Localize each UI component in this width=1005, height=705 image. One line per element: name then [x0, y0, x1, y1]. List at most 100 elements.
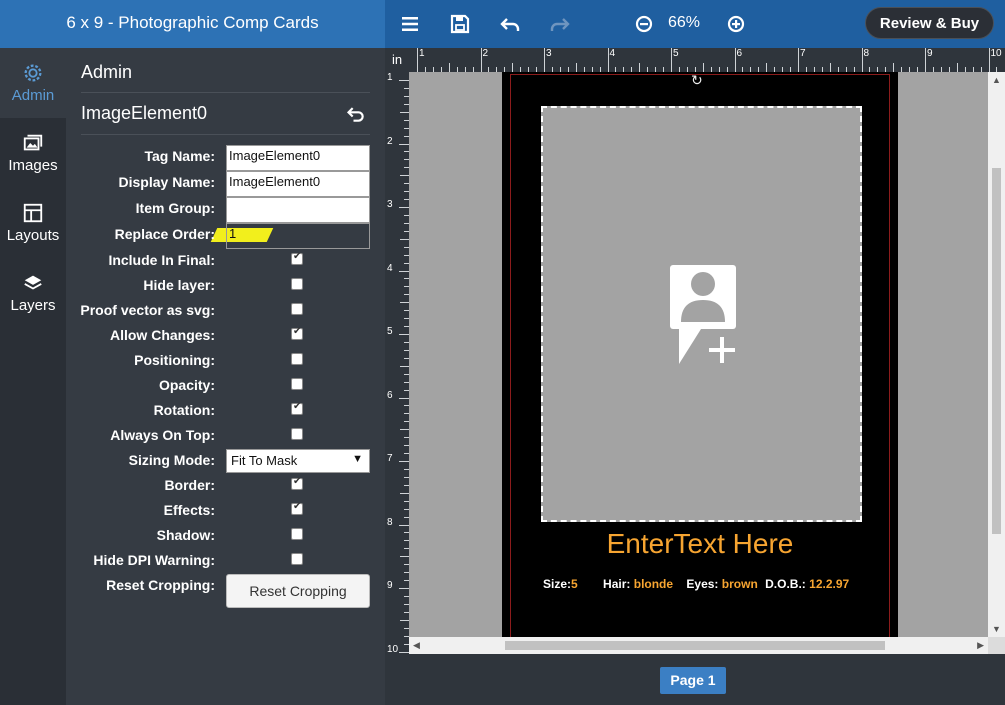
hide-layer-checkbox[interactable]	[291, 278, 303, 290]
display-name-input[interactable]: ImageElement0	[226, 171, 370, 197]
redo-icon[interactable]	[548, 12, 572, 36]
element-name: ImageElement0	[81, 103, 208, 123]
scroll-up-icon[interactable]: ▲	[992, 75, 1001, 85]
ruler-tick	[671, 48, 672, 72]
reset-cropping-button[interactable]: Reset Cropping	[226, 574, 370, 608]
comp-card[interactable]: ↻ EnterText Here Size:5 Hair: blonde Eye…	[502, 72, 898, 637]
proof-vector-checkbox[interactable]	[291, 303, 303, 315]
scroll-down-icon[interactable]: ▼	[992, 624, 1001, 634]
ruler-tick	[575, 63, 577, 72]
ruler-tick	[399, 397, 409, 399]
ruler-number: 1	[387, 72, 393, 83]
positioning-checkbox[interactable]	[291, 353, 303, 365]
always-on-top-checkbox[interactable]	[291, 428, 303, 440]
size-label: Size:	[543, 577, 572, 591]
hair-label: Hair:	[603, 577, 631, 591]
ruler-tick	[925, 48, 926, 72]
ruler-number: 10	[387, 643, 399, 655]
rotate-handle-icon[interactable]: ↻	[691, 72, 703, 89]
ruler-number: 5	[673, 48, 679, 59]
border-checkbox[interactable]	[291, 476, 303, 490]
rail-item-label: Layouts	[6, 227, 60, 244]
zoom-in-icon[interactable]	[724, 12, 748, 36]
design-canvas[interactable]: ↻ EnterText Here Size:5 Hair: blonde Eye…	[409, 72, 988, 637]
rail-item-layouts[interactable]: Layouts	[0, 188, 66, 258]
ruler-number: 3	[546, 48, 552, 59]
vertical-scrollbar[interactable]: ▲ ▼	[988, 72, 1005, 637]
eyes-label: Eyes:	[686, 577, 719, 591]
ruler-number: 8	[387, 516, 393, 528]
image-placeholder[interactable]	[541, 106, 862, 522]
dob-label: D.O.B.:	[765, 577, 806, 591]
divider	[81, 92, 370, 93]
ruler-tick	[400, 238, 409, 240]
gear-icon	[24, 64, 42, 82]
hide-dpi-checkbox[interactable]	[291, 553, 303, 565]
replace-order-input[interactable]: 1	[226, 223, 370, 249]
ruler-number: 8	[863, 48, 870, 59]
item-group-input[interactable]	[226, 197, 370, 223]
rotation-label: Rotation:	[153, 402, 215, 418]
scroll-right-icon[interactable]: ▶	[977, 640, 984, 651]
revert-icon[interactable]	[346, 104, 366, 124]
rail-item-admin[interactable]: Admin	[0, 48, 66, 118]
border-label: Border:	[164, 477, 215, 493]
menu-icon[interactable]	[398, 12, 422, 36]
tag-name-label: Tag Name:	[144, 148, 215, 164]
ruler-tick	[480, 48, 482, 72]
sizing-mode-select[interactable]: Fit To Mask ▼	[226, 449, 370, 473]
ruler-tick	[988, 48, 990, 72]
ruler-number: 10	[990, 48, 1002, 59]
horizontal-scroll-thumb[interactable]	[505, 641, 885, 650]
effects-checkbox[interactable]	[291, 501, 303, 515]
ruler-tick	[400, 556, 409, 558]
ruler-tick	[400, 111, 409, 113]
opacity-checkbox[interactable]	[291, 378, 303, 390]
ruler-number: 7	[800, 48, 806, 59]
hair-value: blonde	[633, 577, 674, 591]
allow-changes-checkbox[interactable]	[291, 326, 303, 340]
effects-label: Effects:	[163, 502, 215, 518]
horizontal-scrollbar[interactable]: ◀ ▶	[409, 637, 988, 654]
rail-item-images[interactable]: Images	[0, 118, 66, 188]
layers-icon	[24, 275, 42, 290]
vertical-scroll-thumb[interactable]	[992, 168, 1001, 534]
save-icon[interactable]	[448, 12, 472, 36]
ruler-number: 2	[482, 48, 489, 59]
tag-name-input[interactable]: ImageElement0	[226, 145, 370, 171]
divider	[81, 134, 370, 135]
ruler-tick	[399, 80, 409, 81]
stats-line[interactable]: Size:5 Hair: blonde Eyes: brown D.O.B.: …	[543, 577, 849, 591]
scroll-left-icon[interactable]: ◀	[413, 640, 420, 651]
layouts-icon	[23, 203, 43, 223]
zoom-out-icon[interactable]	[632, 12, 656, 36]
ruler-tick	[861, 48, 863, 72]
rotation-checkbox[interactable]	[291, 401, 303, 415]
size-value: 5	[571, 577, 578, 591]
ruler-tick	[399, 524, 409, 526]
include-in-final-checkbox[interactable]	[291, 251, 303, 265]
ruler-tick	[399, 143, 409, 145]
shadow-checkbox[interactable]	[291, 528, 303, 540]
eyes-value: brown	[721, 577, 758, 591]
ruler-tick	[512, 63, 514, 72]
page-1-button[interactable]: Page 1	[660, 667, 726, 694]
hide-dpi-label: Hide DPI Warning:	[93, 552, 215, 568]
display-name-label: Display Name:	[118, 174, 215, 190]
dob-value: 12.2.97	[809, 577, 850, 591]
ruler-tick	[956, 63, 958, 72]
headline-text[interactable]: EnterText Here	[502, 528, 898, 560]
always-on-top-label: Always On Top:	[110, 427, 215, 443]
undo-icon[interactable]	[498, 12, 522, 36]
ruler-number: 9	[387, 580, 393, 591]
ruler-tick	[400, 365, 409, 367]
ruler-tick	[639, 63, 641, 72]
rail-item-layers[interactable]: Layers	[0, 258, 66, 328]
reset-cropping-label: Reset Cropping:	[106, 577, 215, 593]
item-group-label: Item Group:	[135, 200, 215, 216]
allow-changes-label: Allow Changes:	[109, 327, 215, 343]
rail-item-label: Layers	[10, 297, 56, 314]
images-icon	[23, 134, 43, 151]
review-buy-button[interactable]: Review & Buy	[865, 7, 994, 39]
ruler-number: 3	[387, 199, 393, 210]
